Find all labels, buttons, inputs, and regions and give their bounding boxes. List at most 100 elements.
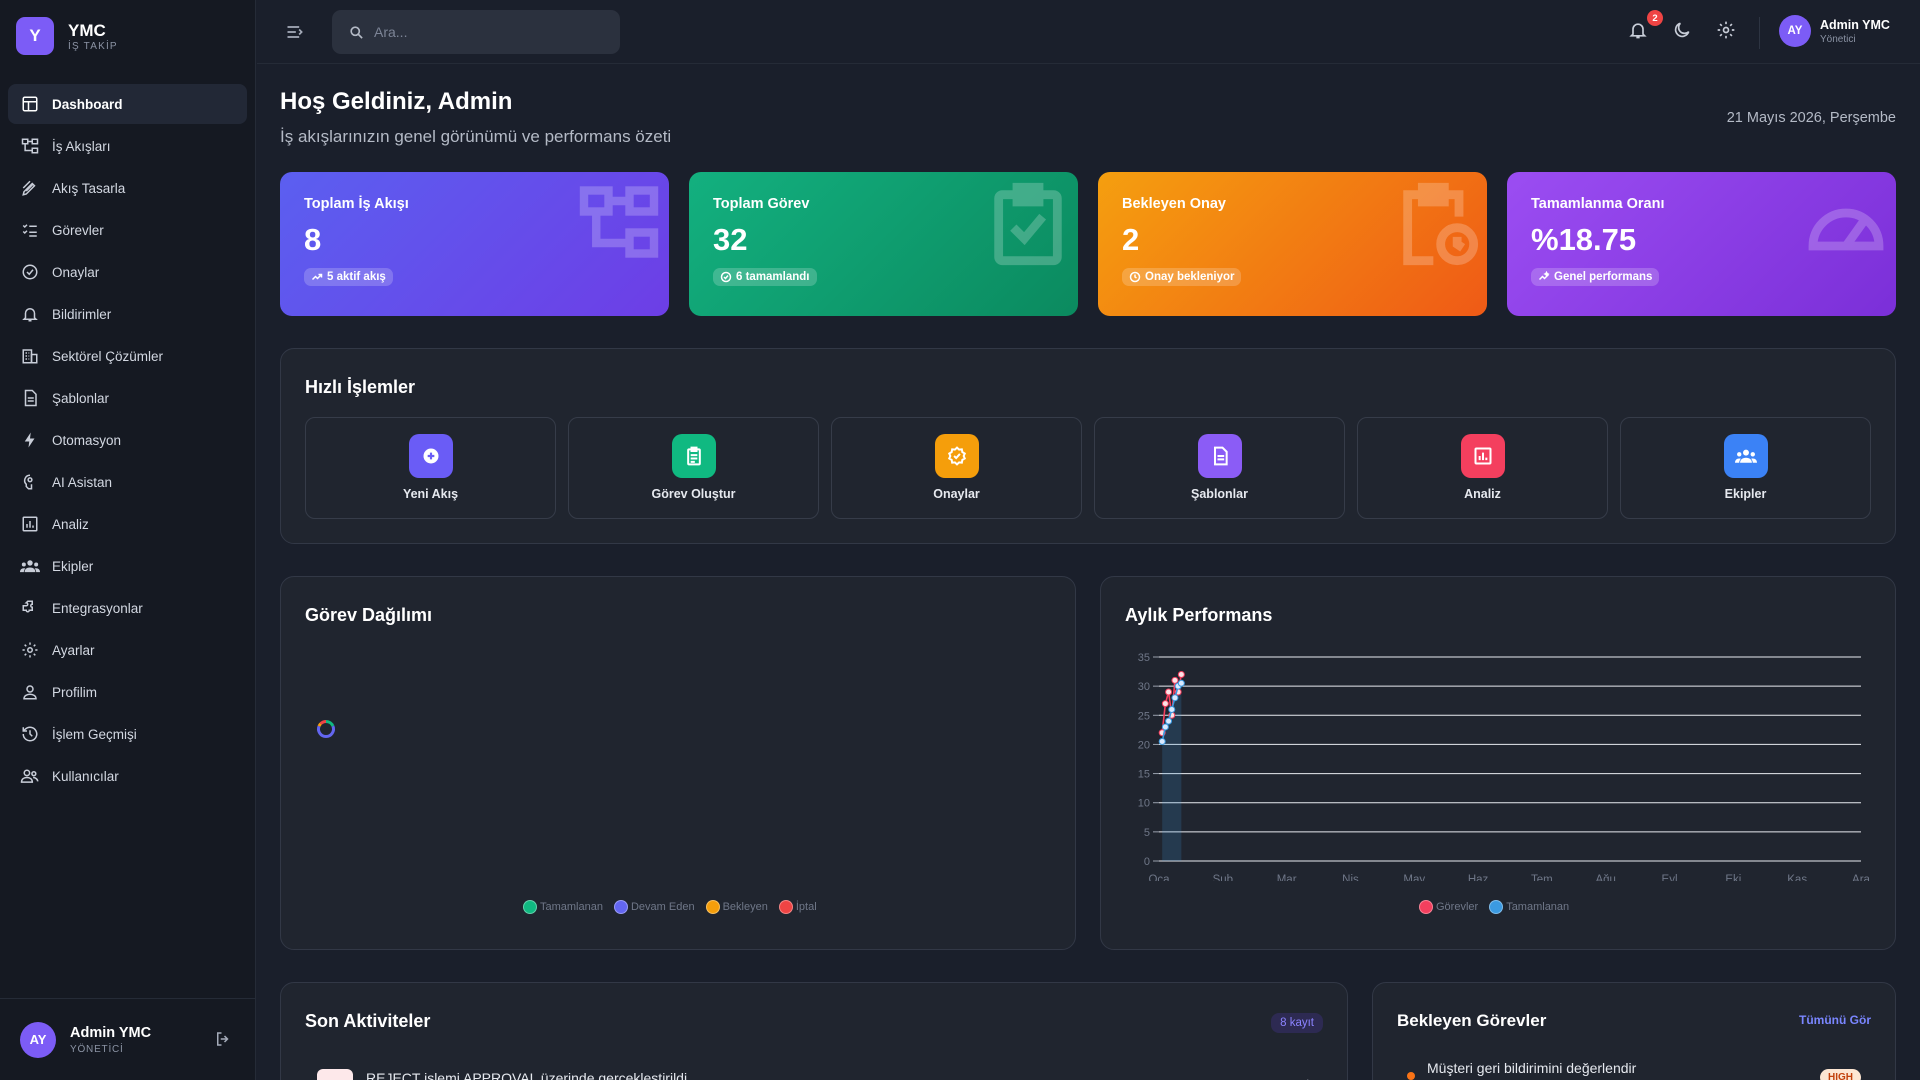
pending-task-title[interactable]: Müşteri geri bildirimini değerlendir [1427,1060,1636,1076]
quick-action-templates[interactable]: Şablonlar [1094,417,1345,519]
pending-clipboard-icon [1393,180,1481,268]
legend-swatch [705,900,720,914]
chevron-right-icon[interactable]: › [1306,1073,1311,1080]
plus-circle-icon [408,434,453,478]
user-name: Admin YMC [1820,17,1890,32]
bell-icon [20,304,40,324]
stat-chip-label: 6 tamamlandı [736,271,810,283]
users-icon [20,766,40,786]
stat-chip: 5 aktif akış [304,268,393,286]
sidebar-item-teams[interactable]: Ekipler [8,546,247,586]
dark-mode-icon[interactable] [1672,20,1696,44]
x-tick-label: Ara [1852,874,1869,881]
legend-label: Görevler [1436,901,1479,913]
brand-logo[interactable]: Y [16,17,54,55]
legend-item[interactable]: Devam Eden [613,900,695,914]
legend-item[interactable]: İptal [778,900,817,914]
sidebar-item-label: Analiz [52,516,89,532]
quick-action-label: Ekipler [1724,487,1767,501]
user-menu[interactable]: AY Admin YMC Yönetici [1759,15,1890,49]
section-title: Hızlı İşlemler [305,377,416,397]
page-subtitle: İş akışlarınızın genel görünümü ve perfo… [280,127,672,146]
legend-item[interactable]: Görevler [1419,900,1478,914]
page-title: Hoş Geldiniz, Admin [280,88,513,115]
legend-item[interactable]: Tamamlanan [1489,900,1569,914]
legend-swatch [778,900,793,914]
quick-action-teams[interactable]: Ekipler [1620,417,1871,519]
data-point [1161,723,1169,731]
sidebar-item-label: Akış Tasarla [52,180,126,196]
pending-tasks-panel: Bekleyen Görevler Tümünü Gör Müşteri ger… [1372,982,1896,1080]
task-distribution-donut [317,720,335,738]
sidebar: Y YMC İŞ TAKİP Dashboard İş Akışları Akı… [0,0,256,1080]
sidebar-item-dashboard[interactable]: Dashboard [8,84,247,124]
stat-card-tasks[interactable]: Toplam Görev 32 6 tamamlandı [689,172,1078,316]
quick-action-new-flow[interactable]: Yeni Akış [305,417,556,519]
sidebar-item-settings[interactable]: Ayarlar [8,630,247,670]
quick-action-analytics[interactable]: Analiz [1357,417,1608,519]
search-bar[interactable] [332,10,620,54]
sidebar-item-integrations[interactable]: Entegrasyonlar [8,588,247,628]
stat-chip-label: Onay bekleniyor [1145,271,1235,283]
avatar[interactable]: AY [20,1021,56,1058]
sidebar-item-label: Kullanıcılar [52,768,119,784]
gear-icon[interactable] [1716,20,1740,44]
sidebar-item-templates[interactable]: Şablonlar [8,378,247,418]
logout-icon[interactable] [214,1030,234,1050]
quick-actions-panel: Hızlı İşlemler Yeni Akış Görev Oluştur O… [280,348,1896,544]
sidebar-item-automation[interactable]: Otomasyon [8,420,247,460]
section-title: Görev Dağılımı [305,605,433,625]
sidebar-item-label: Entegrasyonlar [52,600,143,616]
workflow-icon [575,180,663,264]
document-icon [1197,434,1242,478]
priority-dot [1407,1072,1415,1080]
person-icon [20,682,40,702]
stat-chip-label: 5 aktif akış [327,271,386,283]
workflow-icon [20,136,40,156]
quick-action-create-task[interactable]: Görev Oluştur [568,417,819,519]
y-tick-label: 25 [1138,710,1150,722]
priority-badge: HIGH [1820,1069,1861,1080]
legend-item[interactable]: Bekleyen [705,900,768,914]
sidebar-item-workflows[interactable]: İş Akışları [8,126,247,166]
quick-action-approvals[interactable]: Onaylar [831,417,1082,519]
sidebar-item-approvals[interactable]: Onaylar [8,252,247,292]
x-tick-label: Şub [1213,874,1233,881]
see-all-link[interactable]: Tümünü Gör [1799,1013,1871,1027]
x-tick-label: Nis [1342,874,1359,881]
stat-card-completion[interactable]: Tamamlanma Oranı %18.75 Genel performans [1507,172,1896,316]
x-tick-label: Mar [1277,874,1297,881]
search-input[interactable] [374,24,594,40]
sidebar-item-label: Otomasyon [52,432,122,448]
sidebar-item-label: Bildirimler [52,306,112,322]
sidebar-item-history[interactable]: İşlem Geçmişi [8,714,247,754]
sidebar-item-users[interactable]: Kullanıcılar [8,756,247,796]
sidebar-item-tasks[interactable]: Görevler [8,210,247,250]
y-tick-label: 5 [1144,827,1150,839]
sidebar-item-sector-solutions[interactable]: Sektörel Çözümler [8,336,247,376]
data-point [1165,717,1173,725]
chart-icon [1460,434,1505,478]
sidebar-item-profile[interactable]: Profilim [8,672,247,712]
divider [1759,17,1760,49]
design-icon [20,178,40,198]
sidebar-item-label: İş Akışları [52,138,111,154]
sidebar-item-analytics[interactable]: Analiz [8,504,247,544]
legend-swatch [613,900,628,914]
stat-card-approvals[interactable]: Bekleyen Onay 2 Onay bekleniyor [1098,172,1487,316]
sidebar-item-ai-assistant[interactable]: AI Asistan [8,462,247,502]
legend-label: İptal [795,901,817,913]
stat-card-workflows[interactable]: Toplam İş Akışı 8 5 aktif akış [280,172,669,316]
sidebar-user-role: YÖNETİCİ [70,1043,124,1055]
monthly-performance-panel: Aylık Performans 0 5 10 15 20 25 30 35 Oca Şub Mar… [1100,576,1896,950]
brain-icon [20,472,40,492]
legend-swatch [523,900,537,914]
menu-toggle-icon[interactable] [285,22,307,42]
avatar: AY [1779,15,1811,47]
sidebar-item-flow-design[interactable]: Akış Tasarla [8,168,247,208]
legend-item[interactable]: Tamamlanan [523,900,603,914]
brand[interactable]: Y YMC İŞ TAKİP [0,0,255,72]
history-icon [20,724,40,744]
activity-text[interactable]: REJECT işlemi APPROVAL üzerinde gerçekle… [366,1070,687,1080]
sidebar-item-notifications[interactable]: Bildirimler [8,294,247,334]
